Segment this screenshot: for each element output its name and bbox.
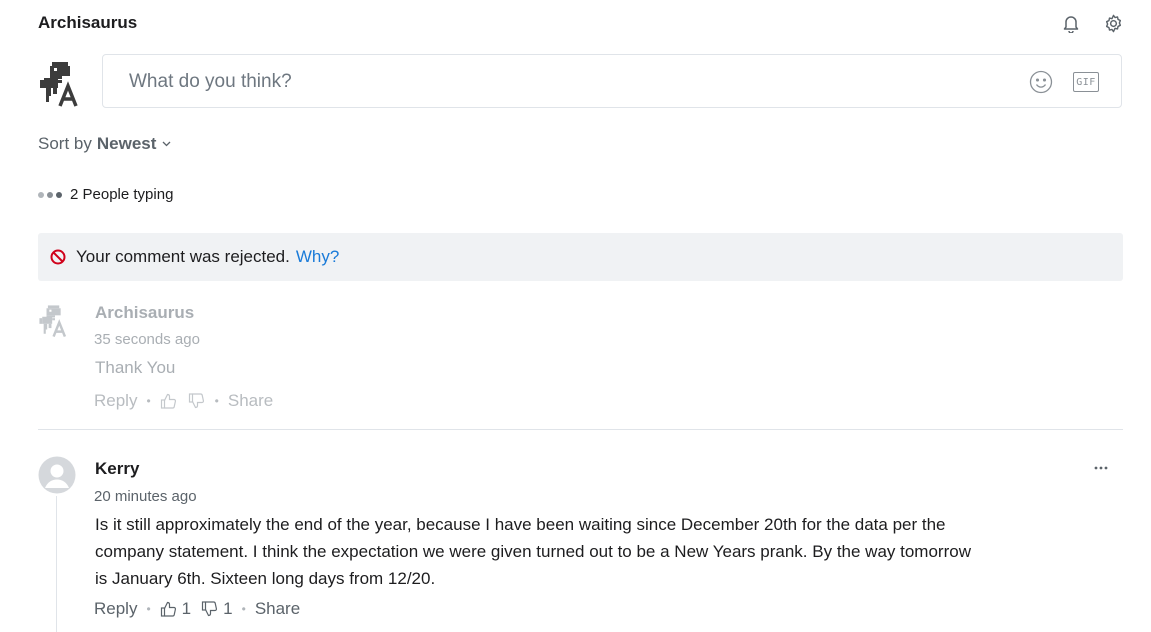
rejection-notice: Your comment was rejected. Why? [38, 233, 1123, 281]
share-button[interactable]: Share [255, 598, 300, 620]
comment-divider [38, 429, 1123, 430]
thumbs-down-button[interactable] [188, 392, 206, 410]
share-button[interactable]: Share [228, 390, 273, 412]
sort-value: Newest [96, 134, 157, 153]
separator-dot: • [146, 602, 151, 616]
avatar [38, 302, 76, 340]
thumbs-up-button[interactable]: 1 [160, 598, 191, 620]
separator-dot: • [146, 394, 151, 408]
smiley-icon[interactable] [1029, 70, 1053, 94]
comment-item: Kerry 20 minutes ago Is it still approxi… [38, 456, 1123, 632]
typing-text: 2 People typing [70, 186, 174, 203]
avatar [38, 456, 76, 494]
typing-dots-icon [38, 192, 62, 198]
comment-composer: What do you think? GIF [38, 54, 1124, 110]
comments-header: Archisaurus [38, 12, 1123, 36]
reply-button[interactable]: Reply [94, 390, 137, 412]
thumbs-down-icon [202, 601, 218, 617]
comment-body: Is it still approximately the end of the… [95, 515, 971, 588]
comment-author: Kerry [95, 459, 140, 478]
thumbs-up-button[interactable] [160, 392, 178, 410]
comment-body: Thank You [95, 358, 176, 377]
comment-author: Archisaurus [95, 303, 195, 322]
comment-actions: Reply • • Share [94, 390, 273, 412]
rejection-message: Your comment was rejected. Why? [76, 246, 339, 268]
comment-input[interactable]: What do you think? GIF [102, 54, 1122, 108]
header-title: Archisaurus [38, 13, 138, 32]
comment-input-placeholder: What do you think? [129, 71, 292, 92]
bell-icon[interactable] [1061, 13, 1081, 33]
prohibited-icon [49, 248, 67, 266]
comments-page: Archisaurus What do you think? GIF Sort … [0, 0, 1151, 632]
gif-label: GIF [1076, 76, 1096, 88]
sort-dropdown[interactable]: Sort by Newest [38, 133, 171, 155]
comment-actions: Reply • 1 1 • Share [94, 598, 300, 620]
comment-timestamp: 35 seconds ago [94, 331, 200, 348]
reply-button[interactable]: Reply [94, 598, 137, 620]
thumbs-up-icon [160, 393, 176, 409]
thumbs-down-icon [188, 393, 204, 409]
thumbs-up-icon [160, 601, 176, 617]
avatar [38, 60, 88, 108]
upvote-count: 1 [181, 599, 192, 618]
gear-icon[interactable] [1103, 13, 1123, 33]
separator-dot: • [241, 602, 246, 616]
comment-timestamp: 20 minutes ago [94, 488, 197, 505]
sort-label: Sort by [38, 134, 92, 153]
downvote-count: 1 [223, 599, 233, 618]
header-actions [1061, 12, 1123, 34]
chevron-down-icon [162, 141, 171, 147]
composer-tools: GIF [1029, 70, 1099, 94]
typing-indicator: 2 People typing [38, 185, 173, 205]
thumbs-down-button[interactable]: 1 [201, 598, 233, 620]
comment-item: Archisaurus 35 seconds ago Thank You Rep… [38, 300, 1123, 430]
gif-button[interactable]: GIF [1073, 72, 1099, 92]
rejection-text: Your comment was rejected. [76, 247, 290, 266]
why-link[interactable]: Why? [296, 247, 339, 266]
separator-dot: • [214, 394, 219, 408]
thread-line [56, 496, 57, 632]
more-options-icon[interactable] [1091, 461, 1111, 475]
